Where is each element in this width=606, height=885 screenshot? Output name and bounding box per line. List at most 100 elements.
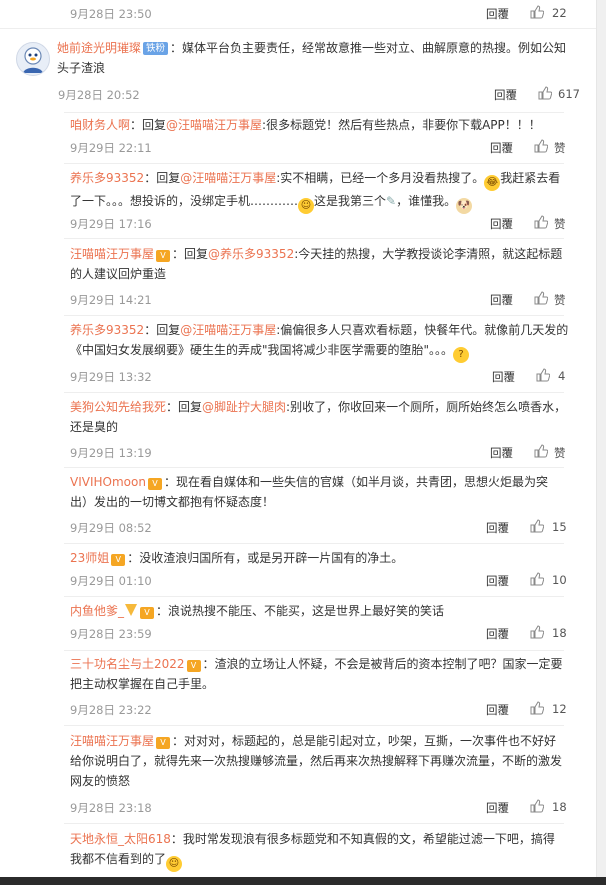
comment-username[interactable]: 她前途光明璀璨 <box>57 41 141 55</box>
like-count: 617 <box>558 87 580 101</box>
reply-button[interactable]: 回覆 <box>486 626 509 642</box>
taskbar-edge <box>0 877 606 885</box>
reply-item: 美狗公知先给我死：回复@脚趾拧大腿肉:别收了，你收回来一个厕所，厕所始终怎么喷香… <box>70 397 570 437</box>
vip-level-icon: V <box>140 607 155 619</box>
laughing-emoji-icon: 😂 <box>484 175 501 191</box>
reply-time: 9月28日 23:22 <box>70 703 152 717</box>
reply-prefix: ：回复 <box>172 247 209 261</box>
like-icon[interactable] <box>530 572 544 586</box>
reply-button[interactable]: 回覆 <box>492 369 515 385</box>
reply-time: 9月28日 23:59 <box>70 627 152 641</box>
mention-link[interactable]: @脚趾拧大腿肉 <box>202 400 286 414</box>
like-icon[interactable] <box>534 444 548 458</box>
reply-time: 9月29日 13:32 <box>70 370 152 384</box>
reply-username[interactable]: 汪喵喵汪万事屋 <box>70 247 154 261</box>
like-icon[interactable] <box>534 291 548 305</box>
reply-item: 三十功名尘与土2022 V ：渣浪的立场让人怀疑，不会是被背后的资本控制了吧？国家一… <box>70 654 565 694</box>
reply-item: 汪喵喵汪万事屋 V ：回复@养乐多93352:今天挂的热搜，大学教授谈论李清照，就这… <box>70 244 565 284</box>
divider <box>64 596 564 597</box>
scrollbar[interactable] <box>596 0 606 877</box>
thinking-emoji-icon: ? <box>453 347 470 363</box>
reply-button[interactable]: 回覆 <box>494 87 517 103</box>
mention-link[interactable]: @汪喵喵汪万事屋 <box>180 323 276 337</box>
vip-badge-icon: V <box>111 554 126 566</box>
like-icon[interactable] <box>534 215 548 229</box>
divider <box>64 467 564 468</box>
like-count: 赞 <box>554 217 566 231</box>
divider <box>64 543 564 544</box>
like-icon[interactable] <box>536 368 550 382</box>
mention-link[interactable]: @养乐多93352 <box>208 247 294 261</box>
divider <box>64 823 564 824</box>
divider <box>64 392 564 393</box>
reply-username[interactable]: 天地永恒_太阳618 <box>70 832 171 846</box>
reply-item: VIVIHOmoon V ：现在看自媒体和一些失信的官媒（如半月谈，共青团，思想火炬… <box>70 472 565 512</box>
vip-badge-icon: V <box>147 478 162 490</box>
divider <box>64 725 564 726</box>
reply-text: 的人建议回炉重造 <box>70 267 167 281</box>
reply-prefix: ：回复 <box>144 171 181 185</box>
like-count: 赞 <box>554 293 566 307</box>
reply-button[interactable]: 回覆 <box>486 573 509 589</box>
reply-time: 9月29日 22:11 <box>70 141 152 155</box>
mention-link[interactable]: @汪喵喵汪万事屋 <box>166 118 262 132</box>
reply-item: 养乐多93352：回复@汪喵喵汪万事屋:偏偏很多人只喜欢看标题，快餐年代。就像前… <box>70 320 570 363</box>
reply-username[interactable]: 美狗公知先给我死 <box>70 400 166 414</box>
reply-text: :很多标题党！然后有些热点，非要你下载APP！！！ <box>262 118 541 132</box>
like-count: 赞 <box>554 141 566 155</box>
reply-username[interactable]: 汪喵喵汪万事屋 <box>70 734 154 748</box>
reply-time: 9月29日 13:19 <box>70 446 152 460</box>
divider <box>0 28 596 29</box>
like-count: 12 <box>552 702 567 716</box>
reply-text: 网友的愤怒 <box>70 774 131 788</box>
reply-button[interactable]: 回覆 <box>486 6 509 22</box>
like-icon[interactable] <box>530 5 544 19</box>
vip-badge-icon: V <box>156 737 171 749</box>
reply-username[interactable]: 咱财务人啊 <box>70 118 130 132</box>
like-icon[interactable] <box>530 625 544 639</box>
reply-button[interactable]: 回覆 <box>490 292 513 308</box>
like-icon[interactable] <box>538 86 552 100</box>
like-icon[interactable] <box>530 799 544 813</box>
like-count: 18 <box>552 800 567 814</box>
reply-text: 给你说明白了，就得先来一次热搜赚够流量，然后再来次热搜解释下再赚次流量，不断的激… <box>70 754 563 768</box>
reply-button[interactable]: 回覆 <box>490 140 513 156</box>
like-icon[interactable] <box>534 139 548 153</box>
reply-time: 9月29日 01:10 <box>70 574 152 588</box>
reply-time: 9月28日 23:18 <box>70 801 152 815</box>
mention-link[interactable]: @汪喵喵汪万事屋 <box>180 171 276 185</box>
reply-text: ：我时常发现浪有很多标题党和不知真假的文，希望能过滤一下吧，搞得 <box>170 832 555 846</box>
reply-button[interactable]: 回覆 <box>486 520 509 536</box>
reply-text: 还是臭的 <box>70 420 119 434</box>
reply-item: 咱财务人啊：回复@汪喵喵汪万事屋:很多标题党！然后有些热点，非要你下载APP！！… <box>70 115 565 135</box>
reply-text: :偏偏很多人只喜欢看标题，快餐年代。就像前几天发的 <box>276 323 569 337</box>
reply-text: :别收了，你收回来一个厕所，厕所始终怎么喷香水， <box>286 400 567 414</box>
reply-button[interactable]: 回覆 <box>486 702 509 718</box>
like-count: 4 <box>558 369 566 383</box>
avatar[interactable] <box>16 42 50 76</box>
like-icon[interactable] <box>530 701 544 715</box>
reply-username[interactable]: 三十功名尘与土2022 <box>70 657 185 671</box>
reply-item: 23师姐 V ：没收渣浪归国所有，或是另开辟一片国有的净土。 <box>70 548 565 568</box>
reply-button[interactable]: 回覆 <box>486 800 509 816</box>
reply-username[interactable]: 23师姐 <box>70 551 109 565</box>
comment-panel: 9月28日 23:50 回覆 22 她前途光明璀璨 铁粉 ：媒体平台负主要责任，经常… <box>0 0 596 877</box>
like-icon[interactable] <box>530 519 544 533</box>
reply-username[interactable]: 内鱼他爹_ <box>70 604 124 618</box>
divider <box>64 163 564 164</box>
reply-button[interactable]: 回覆 <box>490 216 513 232</box>
reply-username[interactable]: 养乐多93352 <box>70 323 144 337</box>
reply-text: :实不相瞒，已经一个多月没看热搜了。 <box>276 171 485 185</box>
reply-username[interactable]: 养乐多93352 <box>70 171 144 185</box>
reply-text: 这是我第三个 <box>314 194 387 208</box>
divider <box>64 315 564 316</box>
reply-time: 9月29日 17:16 <box>70 217 152 231</box>
reply-time: 9月29日 14:21 <box>70 293 152 307</box>
like-count: 15 <box>552 520 567 534</box>
reply-button[interactable]: 回覆 <box>490 445 513 461</box>
reply-item: 养乐多93352：回复@汪喵喵汪万事屋:实不相瞒，已经一个多月没看热搜了。 😂 我赶… <box>70 168 565 214</box>
divider <box>64 650 564 651</box>
like-count: 18 <box>552 626 567 640</box>
like-count: 赞 <box>554 446 566 460</box>
reply-username[interactable]: VIVIHOmoon <box>70 475 146 489</box>
